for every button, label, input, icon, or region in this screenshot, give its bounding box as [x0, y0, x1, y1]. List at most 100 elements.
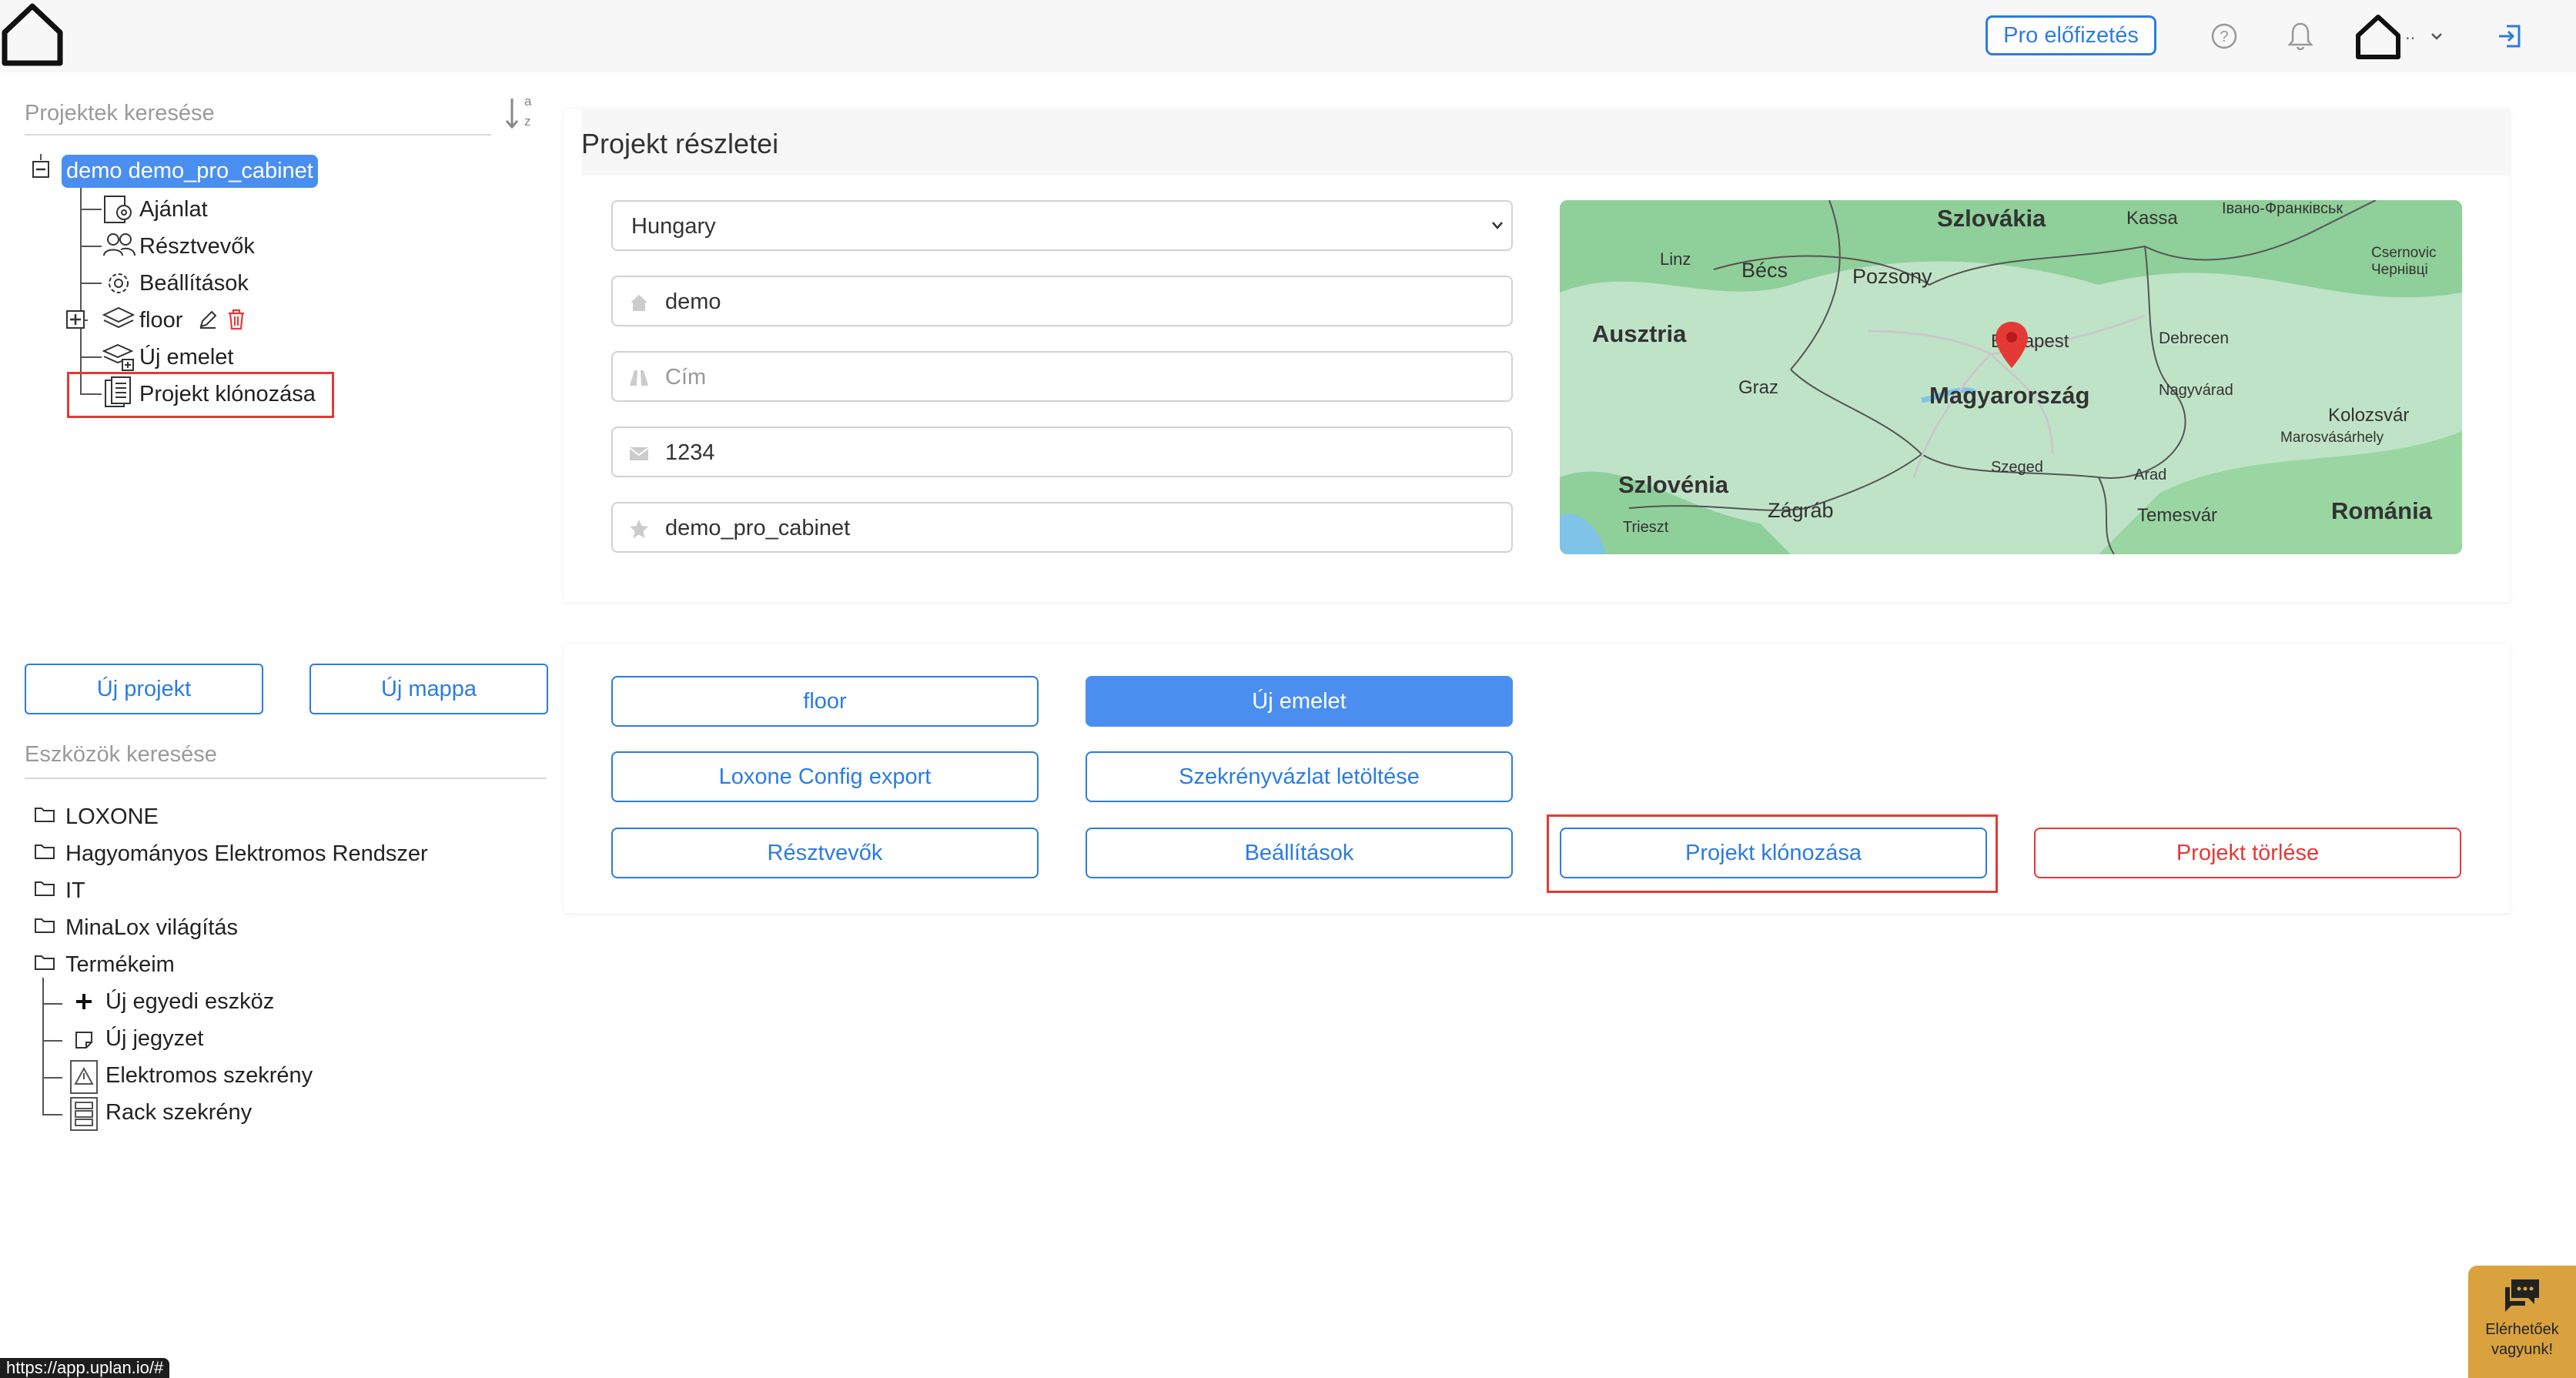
- tree-branch: [42, 1114, 62, 1115]
- new-floor-button[interactable]: Új emelet: [1086, 676, 1513, 727]
- tree-line: [40, 154, 42, 160]
- tree-branch: [42, 1003, 62, 1005]
- tree-item-new-floor[interactable]: Új emelet: [139, 343, 234, 371]
- help-icon[interactable]: ?: [2210, 22, 2238, 50]
- chevron-down-icon: [1492, 222, 1503, 229]
- tools-folder-loxone[interactable]: LOXONE: [65, 803, 159, 831]
- edit-pencil-icon[interactable]: [197, 309, 219, 330]
- map-label: Magyarország: [1929, 382, 2090, 409]
- tools-item-new-note[interactable]: Új jegyzet: [105, 1025, 203, 1052]
- tools-item-rack-cabinet[interactable]: Rack szekrény: [105, 1099, 252, 1126]
- chat-widget[interactable]: Elérhetőek vagyunk!: [2468, 1266, 2576, 1378]
- folder-icon: [35, 918, 55, 933]
- map-label: Románia: [2331, 497, 2432, 524]
- tree-item-offer[interactable]: Ajánlat: [139, 196, 208, 223]
- map-label: Чернівці: [2371, 262, 2428, 278]
- chat-line-2: vagyunk!: [2491, 1341, 2554, 1358]
- project-details-title: Projekt részletei: [581, 128, 779, 159]
- rack-cabinet-icon: [70, 1097, 98, 1131]
- zip-value: 1234: [665, 440, 715, 465]
- loxone-config-export-button[interactable]: Loxone Config export: [611, 751, 1039, 802]
- address-field[interactable]: Cím: [611, 351, 1513, 402]
- collapse-icon[interactable]: [32, 160, 50, 179]
- zip-field[interactable]: 1234: [611, 426, 1513, 477]
- highlight-box: [67, 372, 334, 418]
- tree-item-participants[interactable]: Résztvevők: [139, 232, 255, 260]
- bell-icon[interactable]: [2287, 21, 2314, 52]
- map-label: Linz: [1660, 249, 1691, 269]
- map-label: Kassa: [2126, 208, 2178, 229]
- tree-item-settings[interactable]: Beállítások: [139, 269, 249, 297]
- project-tree-root[interactable]: demo demo_pro_cabinet: [62, 155, 318, 188]
- country-value: Hungary: [631, 214, 716, 239]
- floor-button[interactable]: floor: [611, 676, 1039, 727]
- star-icon: [630, 520, 648, 538]
- layers-icon: [102, 306, 135, 329]
- participants-button[interactable]: Résztvevők: [611, 828, 1039, 878]
- tree-item-floor[interactable]: floor: [139, 306, 182, 334]
- home-icon: [631, 295, 647, 311]
- offer-settings-icon: [104, 196, 132, 223]
- highlight-box: [1547, 814, 1998, 893]
- new-folder-button[interactable]: Új mappa: [309, 664, 548, 714]
- map-label: Kolozsvár: [2328, 405, 2410, 426]
- note-icon: [75, 1032, 92, 1049]
- map-label: Bécs: [1741, 259, 1788, 282]
- tools-folder-my-products[interactable]: Termékeim: [65, 951, 175, 978]
- project-name-field[interactable]: demo: [611, 276, 1513, 326]
- map-pin-icon[interactable]: [1994, 320, 2029, 371]
- tools-folder-traditional-electric[interactable]: Hagyományos Elektromos Rendszer: [65, 840, 428, 868]
- project-id-field[interactable]: demo_pro_cabinet: [611, 502, 1513, 553]
- project-name-value: demo: [665, 289, 721, 314]
- svg-text:?: ?: [2220, 28, 2228, 45]
- tree-branch: [80, 246, 102, 247]
- tree-branch: [42, 1077, 62, 1079]
- road-icon: [630, 370, 648, 386]
- expand-icon[interactable]: [65, 309, 85, 329]
- new-project-button[interactable]: Új projekt: [25, 664, 263, 714]
- map-label: Szlovákia: [1937, 205, 2046, 232]
- participants-icon: [103, 233, 135, 256]
- electrical-cabinet-icon: [70, 1060, 98, 1094]
- delete-trash-icon[interactable]: [226, 308, 246, 331]
- map-label: Nagyvárad: [2159, 382, 2233, 399]
- map-label: Zágráb: [1768, 499, 1834, 522]
- pro-subscription-button[interactable]: Pro előfizetés: [1986, 15, 2156, 55]
- map-label: Csernovic: [2371, 245, 2437, 261]
- map-label: Івано-Франківськ: [2222, 200, 2343, 217]
- sort-arrow-icon: [505, 99, 519, 129]
- new-floor-icon: [102, 343, 134, 371]
- map-label: Graz: [1738, 377, 1779, 398]
- delete-project-button[interactable]: Projekt törlése: [2034, 828, 2461, 878]
- tools-folder-minalox[interactable]: MinaLox világítás: [65, 914, 238, 942]
- user-menu-label[interactable]: ..: [2405, 23, 2415, 45]
- logout-icon[interactable]: [2496, 22, 2525, 51]
- chevron-down-icon[interactable]: [2430, 31, 2444, 42]
- map-background: [1560, 200, 2462, 554]
- envelope-icon: [629, 447, 649, 460]
- tools-folder-it[interactable]: IT: [65, 877, 85, 905]
- tools-search-underline: [25, 778, 547, 779]
- folder-icon: [35, 881, 55, 896]
- cabinet-sketch-download-button[interactable]: Szekrényvázlat letöltése: [1086, 751, 1513, 802]
- map-label: Pozsony: [1852, 265, 1932, 288]
- projects-search-underline: [25, 134, 491, 135]
- tools-item-electrical-cabinet[interactable]: Elektromos szekrény: [105, 1062, 313, 1089]
- location-map[interactable]: Szlovákia Kassa Івано-Франківськ Linz Bé…: [1560, 200, 2462, 554]
- map-label: Arad: [2134, 467, 2167, 483]
- country-select[interactable]: Hungary: [611, 200, 1513, 251]
- user-avatar-icon[interactable]: [2354, 14, 2402, 60]
- status-bar-url: https://app.uplan.io/#: [0, 1358, 170, 1378]
- logo-home-icon[interactable]: [0, 2, 65, 68]
- tree-branch: [80, 283, 102, 284]
- projects-search-input[interactable]: [25, 95, 487, 131]
- map-label: Szlovénia: [1618, 471, 1728, 498]
- settings-button[interactable]: Beállítások: [1086, 828, 1513, 878]
- tree-line: [80, 188, 82, 394]
- tools-item-new-device[interactable]: Új egyedi eszköz: [105, 988, 274, 1015]
- sort-az-button[interactable]: a z: [504, 94, 535, 132]
- tools-search-input[interactable]: [25, 737, 548, 771]
- project-id-value: demo_pro_cabinet: [665, 516, 851, 540]
- settings-gear-icon: [109, 273, 129, 293]
- chat-line-1: Elérhetőek: [2485, 1321, 2559, 1338]
